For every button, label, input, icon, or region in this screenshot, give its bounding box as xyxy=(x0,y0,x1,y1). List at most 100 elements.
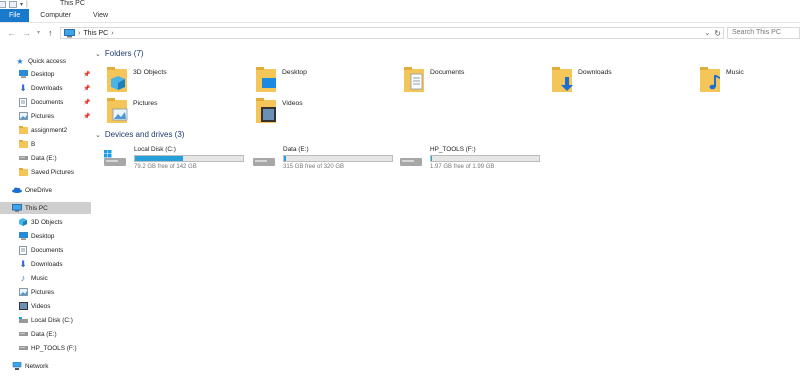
recent-dropdown-icon[interactable]: ▾ xyxy=(37,27,40,39)
tab-computer[interactable]: Computer xyxy=(29,9,82,22)
properties-icon[interactable] xyxy=(0,0,6,8)
address-dropdown-icon[interactable]: ⌄ xyxy=(704,29,710,37)
drive-usage-fill xyxy=(284,156,287,161)
search-input[interactable]: Search This PC xyxy=(727,27,800,39)
nav-label: 3D Objects xyxy=(31,218,63,226)
nav-label: Documents xyxy=(31,98,64,106)
nav-label: Quick access xyxy=(28,57,67,65)
nav-network[interactable]: Network xyxy=(0,360,91,372)
nav-pc-3d-objects[interactable]: 3D Objects xyxy=(0,216,91,228)
nav-label: Music xyxy=(31,274,48,282)
folder-label: Documents xyxy=(430,69,465,76)
drive-free-space: 1.97 GB free of 1.99 GB xyxy=(430,164,495,170)
refresh-icon[interactable]: ↻ xyxy=(714,29,721,38)
nav-label: Downloads xyxy=(31,84,63,92)
folder-documents[interactable]: Documents xyxy=(404,66,464,98)
drive-icon xyxy=(18,330,28,339)
music-icon: ♪ xyxy=(20,273,26,283)
desktop-folder-icon xyxy=(256,66,278,94)
nav-pc-music[interactable]: ♪ Music xyxy=(0,272,91,284)
drive-local-disk-c[interactable]: Local Disk (C:) 79.2 GB free of 142 GB xyxy=(104,146,264,174)
tab-file[interactable]: File xyxy=(0,9,30,22)
nav-label: HP_TOOLS (F:) xyxy=(31,344,77,352)
pictures-icon xyxy=(18,288,28,297)
customize-toolbar-icon[interactable]: ▾ xyxy=(20,1,23,8)
drive-data-e[interactable]: Data (E:) 315 GB free of 320 GB xyxy=(253,146,413,174)
network-icon xyxy=(12,362,22,371)
folder-label: Music xyxy=(726,69,744,76)
nav-label: assignment2 xyxy=(31,126,68,134)
nav-label: Videos xyxy=(31,302,51,310)
title-bar: ▾ | This PC xyxy=(0,0,800,8)
nav-label: Pictures xyxy=(31,112,55,120)
nav-quick-downloads[interactable]: ⬇ Downloads 📌 xyxy=(0,82,91,94)
nav-label: Data (E:) xyxy=(31,330,57,338)
nav-pc-hp-tools-f[interactable]: HP_TOOLS (F:) xyxy=(0,342,91,354)
drive-icon xyxy=(18,344,28,353)
breadcrumb-separator-end[interactable]: › xyxy=(111,30,113,37)
folder-music[interactable]: Music xyxy=(700,66,744,98)
new-folder-icon[interactable] xyxy=(9,0,17,8)
drive-usage-fill xyxy=(431,156,433,161)
nav-onedrive[interactable]: OneDrive xyxy=(0,184,91,196)
system-drive-icon xyxy=(104,150,126,166)
cube-icon xyxy=(18,218,28,227)
tab-view[interactable]: View xyxy=(82,9,119,22)
forward-icon[interactable]: → xyxy=(22,27,31,39)
folder-label: Downloads xyxy=(578,69,612,76)
chevron-down-icon[interactable]: ⌄ xyxy=(95,50,101,58)
pin-icon[interactable]: 📌 xyxy=(83,85,90,92)
address-bar[interactable]: › This PC › ⌄ ↻ xyxy=(60,27,724,39)
folder-3d-objects[interactable]: 3D Objects xyxy=(107,66,167,98)
folder-label: Videos xyxy=(282,100,303,107)
breadcrumb-separator: › xyxy=(78,29,81,37)
drive-icon xyxy=(400,158,422,166)
drive-name: Data (E:) xyxy=(283,146,309,153)
nav-quick-assignment2[interactable]: assignment2 xyxy=(0,124,91,136)
nav-pc-documents[interactable]: Documents xyxy=(0,244,91,256)
nav-label: B xyxy=(31,140,36,148)
folder-icon xyxy=(18,168,28,177)
download-icon: ⬇ xyxy=(19,82,27,93)
nav-quick-pictures[interactable]: Pictures 📌 xyxy=(0,110,91,122)
nav-pc-videos[interactable]: Videos xyxy=(0,300,91,312)
nav-quick-desktop[interactable]: Desktop 📌 xyxy=(0,68,91,80)
address-row: ← → ▾ ↑ › This PC › ⌄ ↻ Search This PC xyxy=(0,26,800,40)
folder-icon xyxy=(18,126,28,135)
drive-hp-tools-f[interactable]: HP_TOOLS (F:) 1.97 GB free of 1.99 GB xyxy=(400,146,560,174)
back-icon[interactable]: ← xyxy=(7,27,16,39)
folders-group-header[interactable]: ⌄ Folders (7) xyxy=(95,49,144,58)
nav-label: Local Disk (C:) xyxy=(31,316,73,324)
nav-quick-saved-pictures[interactable]: Saved Pictures xyxy=(0,166,91,178)
folder-downloads[interactable]: Downloads xyxy=(552,66,612,98)
videos-icon xyxy=(18,302,28,311)
pin-icon[interactable]: 📌 xyxy=(83,99,90,106)
nav-quick-data-e[interactable]: Data (E:) xyxy=(0,152,91,164)
pictures-folder-icon xyxy=(107,97,129,125)
pin-icon[interactable]: 📌 xyxy=(83,71,90,78)
nav-quick-b[interactable]: B xyxy=(0,138,91,150)
nav-label: Downloads xyxy=(31,260,63,268)
system-drive-icon xyxy=(18,316,28,325)
nav-pc-desktop[interactable]: Desktop xyxy=(0,230,91,242)
drive-free-space: 79.2 GB free of 142 GB xyxy=(134,164,197,170)
folder-pictures[interactable]: Pictures xyxy=(107,97,158,129)
documents-icon xyxy=(18,245,28,255)
documents-folder-icon xyxy=(404,66,426,94)
documents-icon xyxy=(18,97,28,107)
pin-icon[interactable]: 📌 xyxy=(83,113,90,120)
nav-pc-local-disk-c[interactable]: Local Disk (C:) xyxy=(0,314,91,326)
nav-this-pc[interactable]: This PC xyxy=(0,202,91,214)
drive-free-space: 315 GB free of 320 GB xyxy=(283,164,345,170)
nav-quick-documents[interactable]: Documents 📌 xyxy=(0,96,91,108)
breadcrumb-this-pc[interactable]: This PC xyxy=(83,30,108,37)
folder-desktop[interactable]: Desktop xyxy=(256,66,307,98)
nav-quick-access[interactable]: ★ Quick access xyxy=(0,55,91,67)
nav-pc-data-e[interactable]: Data (E:) xyxy=(0,328,91,340)
nav-pc-downloads[interactable]: ⬇ Downloads xyxy=(0,258,91,270)
drives-group-header[interactable]: ⌄ Devices and drives (3) xyxy=(95,130,184,139)
up-icon[interactable]: ↑ xyxy=(48,27,53,39)
nav-pc-pictures[interactable]: Pictures xyxy=(0,286,91,298)
folder-videos[interactable]: Videos xyxy=(256,97,303,129)
chevron-down-icon[interactable]: ⌄ xyxy=(95,131,101,139)
